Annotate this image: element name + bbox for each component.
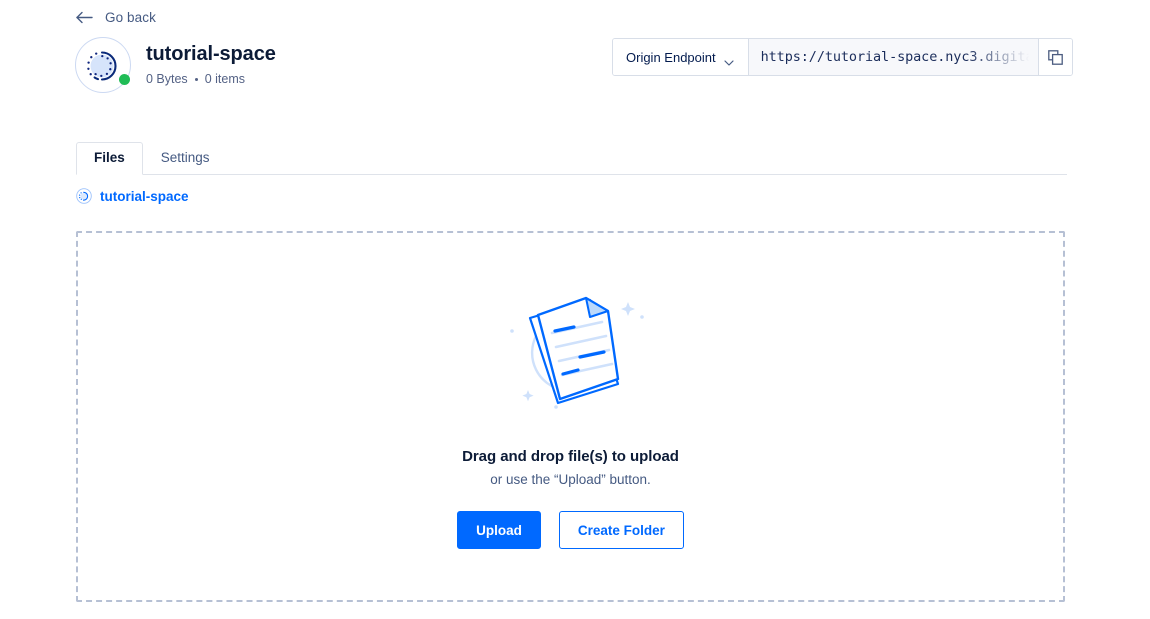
dropzone-subtitle: or use the “Upload” button. (490, 472, 651, 487)
breadcrumb-label: tutorial-space (100, 188, 189, 204)
space-size: 0 Bytes (146, 72, 188, 86)
dropzone-actions: Upload Create Folder (457, 511, 684, 549)
endpoint-type-dropdown[interactable]: Origin Endpoint (613, 39, 748, 75)
tab-settings[interactable]: Settings (143, 142, 228, 175)
status-badge (119, 74, 130, 85)
copy-endpoint-button[interactable] (1038, 39, 1072, 75)
page-title: tutorial-space (146, 43, 276, 65)
space-bucket-icon (76, 188, 92, 204)
file-dropzone[interactable]: Drag and drop file(s) to upload or use t… (76, 231, 1065, 602)
space-meta: 0 Bytes 0 items (146, 72, 276, 86)
copy-icon (1047, 49, 1063, 65)
space-avatar-icon (75, 37, 131, 93)
avatar (74, 36, 132, 94)
upload-button[interactable]: Upload (457, 511, 541, 549)
arrow-left-icon (76, 11, 93, 24)
go-back-label: Go back (105, 10, 156, 25)
breadcrumb[interactable]: tutorial-space (76, 188, 189, 204)
endpoint-control: Origin Endpoint https://tutorial-space.n… (612, 38, 1073, 76)
go-back-link[interactable]: Go back (76, 10, 156, 25)
space-item-count: 0 items (204, 72, 245, 86)
endpoint-url-text: https://tutorial-space.nyc3.digitalocean… (760, 49, 1038, 65)
chevron-down-icon (724, 54, 734, 66)
tab-files[interactable]: Files (76, 141, 143, 175)
create-folder-button[interactable]: Create Folder (558, 511, 684, 549)
dropzone-title: Drag and drop file(s) to upload (462, 448, 679, 465)
documents-upload-illustration (494, 284, 654, 414)
space-header: tutorial-space 0 Bytes 0 items (74, 36, 276, 94)
endpoint-type-label: Origin Endpoint (626, 49, 716, 65)
endpoint-url-field[interactable]: https://tutorial-space.nyc3.digitalocean… (747, 39, 1039, 75)
tab-bar: Files Settings (76, 141, 1067, 175)
meta-separator-dot (194, 77, 198, 81)
